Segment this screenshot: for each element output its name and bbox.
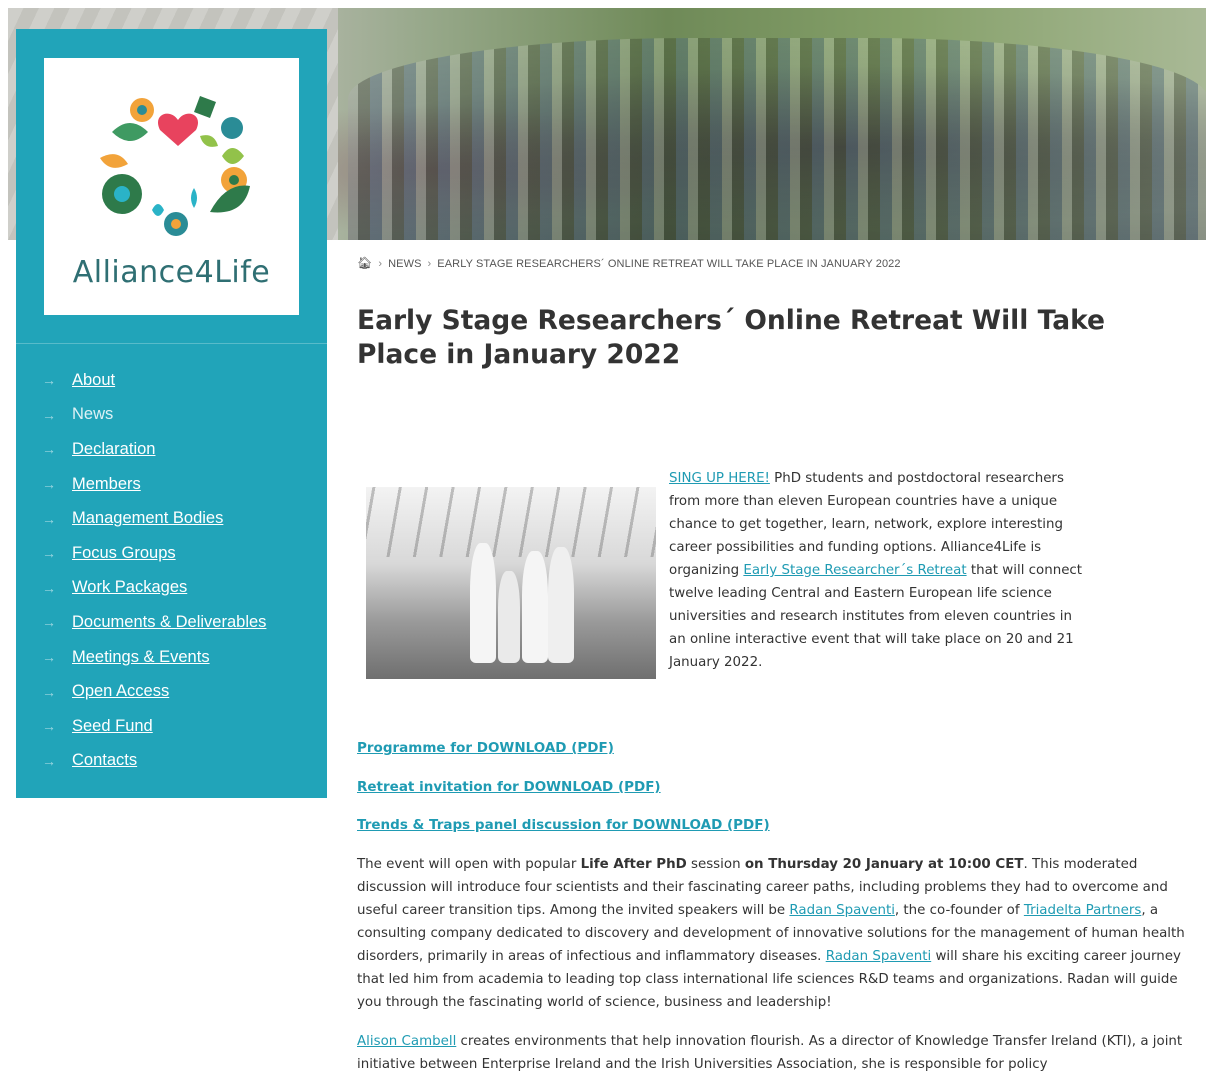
sidebar: Alliance4Life → About → News → Declaration …	[16, 29, 327, 798]
speaker-link[interactable]: Alison Cambell	[357, 1034, 456, 1049]
para-text: session	[686, 857, 745, 872]
nav-link[interactable]: Management Bodies	[72, 509, 223, 528]
arrow-right-icon: →	[42, 441, 56, 458]
download-panel-link[interactable]: Trends & Traps panel discussion for DOWN…	[357, 817, 770, 833]
breadcrumb-news[interactable]: NEWS	[388, 258, 421, 270]
arrow-right-icon: →	[42, 649, 56, 666]
nav-link[interactable]: Documents & Deliverables	[72, 613, 266, 632]
download-panel: Trends & Traps panel discussion for DOWN…	[357, 817, 770, 833]
arrow-right-icon: →	[42, 579, 56, 596]
page-title: Early Stage Researchers´ Online Retreat …	[357, 305, 1106, 370]
arrow-right-icon: →	[42, 510, 56, 527]
home-icon[interactable]: 🏠︎	[357, 256, 372, 270]
nav-item-members[interactable]: → Members	[16, 467, 327, 502]
image-person	[548, 547, 574, 663]
nav-item-focus-groups[interactable]: → Focus Groups	[16, 536, 327, 571]
article-intro: SING UP HERE! PhD students and postdocto…	[669, 467, 1084, 674]
nav-item-declaration[interactable]: → Declaration	[16, 432, 327, 467]
arrow-right-icon: →	[42, 406, 56, 423]
article-paragraph-2: Alison Cambell creates environments that…	[357, 1030, 1195, 1076]
nav-link[interactable]: About	[72, 371, 115, 390]
nav-item-documents[interactable]: → Documents & Deliverables	[16, 605, 327, 640]
para-bold: on Thursday 20 January at 10:00 CET	[744, 857, 1024, 872]
nav-item-work-packages[interactable]: → Work Packages	[16, 571, 327, 606]
nav-link[interactable]: Contacts	[72, 751, 137, 770]
nav-item-open-access[interactable]: → Open Access	[16, 674, 327, 709]
article-paragraph-1: The event will open with popular Life Af…	[357, 853, 1195, 1014]
nav-item-meetings-events[interactable]: → Meetings & Events	[16, 640, 327, 675]
arrow-right-icon: →	[42, 683, 56, 700]
nav-link[interactable]: Meetings & Events	[72, 648, 210, 667]
nav-link[interactable]: Members	[72, 475, 141, 494]
nav-link[interactable]: Focus Groups	[72, 544, 176, 563]
logo-wordmark: Alliance4Life	[72, 255, 271, 290]
breadcrumb-separator: ›	[378, 258, 383, 270]
nav-item-contacts[interactable]: → Contacts	[16, 744, 327, 779]
para-text: , the co-founder of	[894, 903, 1024, 918]
site-logo[interactable]: Alliance4Life	[44, 58, 299, 315]
nav-item-about[interactable]: → About	[16, 363, 327, 398]
arrow-right-icon: →	[42, 372, 56, 389]
intro-text: that will connect twelve leading Central…	[669, 563, 1083, 670]
hero-group-crowd	[348, 38, 1206, 240]
nav-link[interactable]: Seed Fund	[72, 717, 153, 736]
image-person	[498, 571, 520, 663]
sidebar-nav: → About → News → Declaration → Members → Mana…	[16, 363, 327, 778]
nav-item-seed-fund[interactable]: → Seed Fund	[16, 709, 327, 744]
retreat-link[interactable]: Early Stage Researcher´s Retreat	[743, 563, 966, 578]
arrow-right-icon: →	[42, 476, 56, 493]
image-skylight	[366, 487, 656, 557]
nav-item-management-bodies[interactable]: → Management Bodies	[16, 501, 327, 536]
speaker-link[interactable]: Radan Spaventi	[826, 949, 932, 964]
logo-flower-wreath-icon	[100, 96, 250, 236]
para-text: creates environments that help innovatio…	[357, 1034, 1183, 1072]
breadcrumb-separator: ›	[427, 258, 432, 270]
signup-link[interactable]: SING UP HERE!	[669, 471, 770, 486]
para-text: The event will open with popular	[357, 857, 581, 872]
nav-link[interactable]: Declaration	[72, 440, 155, 459]
company-link[interactable]: Triadelta Partners	[1024, 903, 1141, 918]
speaker-link[interactable]: Radan Spaventi	[789, 903, 895, 918]
breadcrumb: 🏠︎ › NEWS › EARLY STAGE RESEARCHERS´ ONLINE …	[357, 256, 901, 270]
arrow-right-icon: →	[42, 614, 56, 631]
arrow-right-icon: →	[42, 752, 56, 769]
download-programme: Programme for DOWNLOAD (PDF)	[357, 740, 614, 756]
download-programme-link[interactable]: Programme for DOWNLOAD (PDF)	[357, 740, 614, 756]
nav-link[interactable]: Work Packages	[72, 578, 187, 597]
para-bold: Life After PhD	[580, 857, 687, 872]
breadcrumb-current: EARLY STAGE RESEARCHERS´ ONLINE RETREAT …	[437, 258, 901, 270]
download-invitation: Retreat invitation for DOWNLOAD (PDF)	[357, 779, 661, 795]
arrow-right-icon: →	[42, 718, 56, 735]
image-person	[470, 543, 496, 663]
nav-link[interactable]: Open Access	[72, 682, 169, 701]
article-image	[366, 487, 656, 679]
nav-link-current[interactable]: News	[72, 405, 113, 424]
image-person	[522, 551, 548, 663]
download-invitation-link[interactable]: Retreat invitation for DOWNLOAD (PDF)	[357, 779, 661, 795]
intro-text: PhD students and postdoctoral researcher…	[669, 471, 1064, 578]
arrow-right-icon: →	[42, 545, 56, 562]
nav-item-news[interactable]: → News	[16, 398, 327, 433]
sidebar-divider	[16, 343, 327, 344]
